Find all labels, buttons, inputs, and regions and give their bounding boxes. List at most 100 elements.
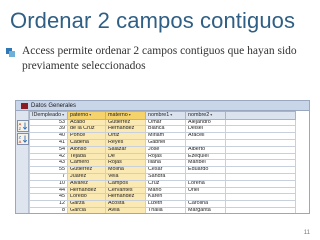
table-cell-nombre2[interactable]: Deisel (185, 125, 226, 134)
table-cell-paterno[interactable]: Alvarez (67, 179, 106, 188)
table-cell-materno[interactable]: Hernandez (105, 193, 146, 202)
table-row[interactable]: 55 Gutierrez Molina Cesar Eduardo (29, 166, 296, 174)
table-row[interactable]: 54 Alonso Salazar Jose Alberto (29, 145, 296, 154)
sort-ascending-button[interactable]: A Z (17, 120, 29, 132)
table-cell-paterno[interactable]: Garcia (67, 206, 106, 213)
table-cell-materno[interactable]: Reyes (105, 138, 146, 147)
table-cell-nombre1[interactable]: Omar (145, 118, 186, 127)
table-cell-materno[interactable]: Avila (105, 206, 146, 213)
table-row[interactable]: 43 Camero Rojas Iliana Maribel (29, 159, 296, 168)
table-cell-materno[interactable]: Vela (105, 172, 146, 181)
table-cell-nombre1[interactable]: Cruz (145, 179, 186, 188)
table-cell-nombre2[interactable]: Lorena (185, 179, 226, 188)
table-cell-paterno[interactable]: Alonso (67, 145, 106, 154)
table-row[interactable]: 12 Garza Acosta Lizeth Carolina (29, 200, 296, 208)
table-cell-materno[interactable]: Acosta (105, 200, 146, 208)
table-cell-empty (225, 200, 296, 208)
table-cell-paterno[interactable]: Gutierrez (67, 166, 106, 174)
table-row[interactable]: 53 Acabo Gutierrez Omar Alejandro (29, 118, 296, 127)
table-cell-nombre1[interactable]: Thalia (145, 206, 186, 213)
table-cell-paterno[interactable]: Garza (67, 200, 106, 208)
table-cell-materno[interactable]: Gutierrez (105, 118, 146, 127)
table-cell-paterno[interactable]: Ponce (67, 132, 106, 140)
table-cell-nombre2[interactable] (185, 193, 226, 202)
table-cell-idempleado[interactable]: 53 (29, 118, 68, 127)
table-cell-idempleado[interactable]: 54 (29, 145, 68, 154)
table-cell-paterno[interactable]: Juarez (67, 172, 106, 181)
table-cell-nombre2[interactable]: Maribel (185, 159, 226, 168)
window-title-bar: Datos Generales (16, 101, 309, 111)
table-cell-paterno[interactable]: Hernandez (67, 186, 106, 195)
table-cell-materno[interactable]: De (105, 152, 146, 161)
table-cell-nombre1[interactable]: Iliana (145, 159, 186, 168)
table-cell-paterno[interactable]: Loredo (67, 193, 106, 202)
dropdown-arrow-icon: ▾ (62, 112, 65, 118)
table-cell-nombre2[interactable]: Carolina (185, 200, 226, 208)
table-row[interactable]: 45 Loredo Hernandez Karen (29, 193, 296, 202)
table-row[interactable]: 40 Ponce Ortiz Miriam Araceli (29, 132, 296, 140)
table-cell-nombre1[interactable]: Lizeth (145, 200, 186, 208)
table-cell-materno[interactable]: Cervantes (105, 186, 146, 195)
table-cell-empty (225, 159, 296, 168)
table-cell-paterno[interactable]: Camero (67, 159, 106, 168)
column-header-idempleado[interactable]: IDempleado▾ (29, 111, 68, 120)
column-header-materno[interactable]: materno▾ (105, 111, 146, 120)
table-cell-nombre2[interactable] (185, 172, 226, 181)
table-cell-nombre1[interactable]: Jose (145, 145, 186, 154)
table-cell-idempleado[interactable]: 55 (29, 166, 68, 174)
dropdown-arrow-icon: ▾ (128, 112, 131, 118)
table-row[interactable]: 44 Hernandez Cervantes Mario Uriel (29, 186, 296, 195)
sort-descending-button[interactable]: Z A (17, 133, 29, 145)
column-header-paterno[interactable]: paterno▾ (67, 111, 106, 120)
table-cell-nombre1[interactable]: Blanca (145, 125, 186, 134)
table-cell-idempleado[interactable]: 39 (29, 125, 68, 134)
table-cell-idempleado[interactable]: 12 (29, 200, 68, 208)
table-cell-materno[interactable]: Molina (105, 166, 146, 174)
table-cell-materno[interactable]: Salazar (105, 145, 146, 154)
table-cell-nombre2[interactable] (185, 138, 226, 147)
table-cell-nombre1[interactable]: Rojas (145, 152, 186, 161)
table-cell-nombre1[interactable]: Mario (145, 186, 186, 195)
table-cell-nombre1[interactable]: Gabriel (145, 138, 186, 147)
table-cell-idempleado[interactable]: 8 (29, 206, 68, 213)
table-cell-nombre2[interactable]: Araceli (185, 132, 226, 140)
table-row[interactable]: 7 Juarez Vela Sandra (29, 172, 296, 181)
table-cell-nombre1[interactable]: Miriam (145, 132, 186, 140)
table-cell-idempleado[interactable]: 43 (29, 159, 68, 168)
table-cell-nombre2[interactable]: Ezequiel (185, 152, 226, 161)
table-cell-idempleado[interactable]: 40 (29, 132, 68, 140)
table-cell-nombre2[interactable]: Eduardo (185, 166, 226, 174)
column-header-nombre1[interactable]: nombre1▾ (145, 111, 186, 120)
table-cell-materno[interactable]: Campos (105, 179, 146, 188)
table-cell-idempleado[interactable]: 7 (29, 172, 68, 181)
table-cell-nombre2[interactable]: Margarita (185, 206, 226, 213)
table-cell-idempleado[interactable]: 41 (29, 138, 68, 147)
table-row[interactable]: 41 Cadena Reyes Gabriel (29, 138, 296, 147)
table-cell-paterno[interactable]: Acabo (67, 118, 106, 127)
table-cell-paterno[interactable]: Tejada (67, 152, 106, 161)
column-header-nombre2[interactable]: nombre2▾ (185, 111, 226, 120)
employee-table: IDempleado▾ paterno▾ materno▾ nombre1▾ n… (29, 111, 296, 213)
table-row[interactable]: 10 Alvarez Campos Cruz Lorena (29, 179, 296, 188)
table-cell-materno[interactable]: Hernandez (105, 125, 146, 134)
table-cell-materno[interactable]: Ortiz (105, 132, 146, 140)
table-cell-nombre2[interactable]: Alejandro (185, 118, 226, 127)
table-row[interactable]: 8 Garcia Avila Thalia Margarita (29, 206, 296, 213)
table-row[interactable]: 42 Tejada De Rojas Ezequiel (29, 152, 296, 161)
table-cell-idempleado[interactable]: 42 (29, 152, 68, 161)
table-cell-idempleado[interactable]: 10 (29, 179, 68, 188)
table-row[interactable]: 39 de la Cruz Hernandez Blanca Deisel (29, 125, 296, 134)
table-cell-idempleado[interactable]: 44 (29, 186, 68, 195)
table-cell-nombre2[interactable]: Uriel (185, 186, 226, 195)
dropdown-arrow-icon: ▾ (89, 112, 92, 118)
table-cell-nombre2[interactable]: Alberto (185, 145, 226, 154)
table-cell-idempleado[interactable]: 45 (29, 193, 68, 202)
table-cell-nombre1[interactable]: Sandra (145, 172, 186, 181)
table-cell-paterno[interactable]: de la Cruz (67, 125, 106, 134)
table-cell-materno[interactable]: Rojas (105, 159, 146, 168)
table-cell-nombre1[interactable]: Cesar (145, 166, 186, 174)
bullet-icon (6, 48, 15, 57)
table-cell-paterno[interactable]: Cadena (67, 138, 106, 147)
table-cell-nombre1[interactable]: Karen (145, 193, 186, 202)
svg-text:A: A (19, 139, 22, 144)
